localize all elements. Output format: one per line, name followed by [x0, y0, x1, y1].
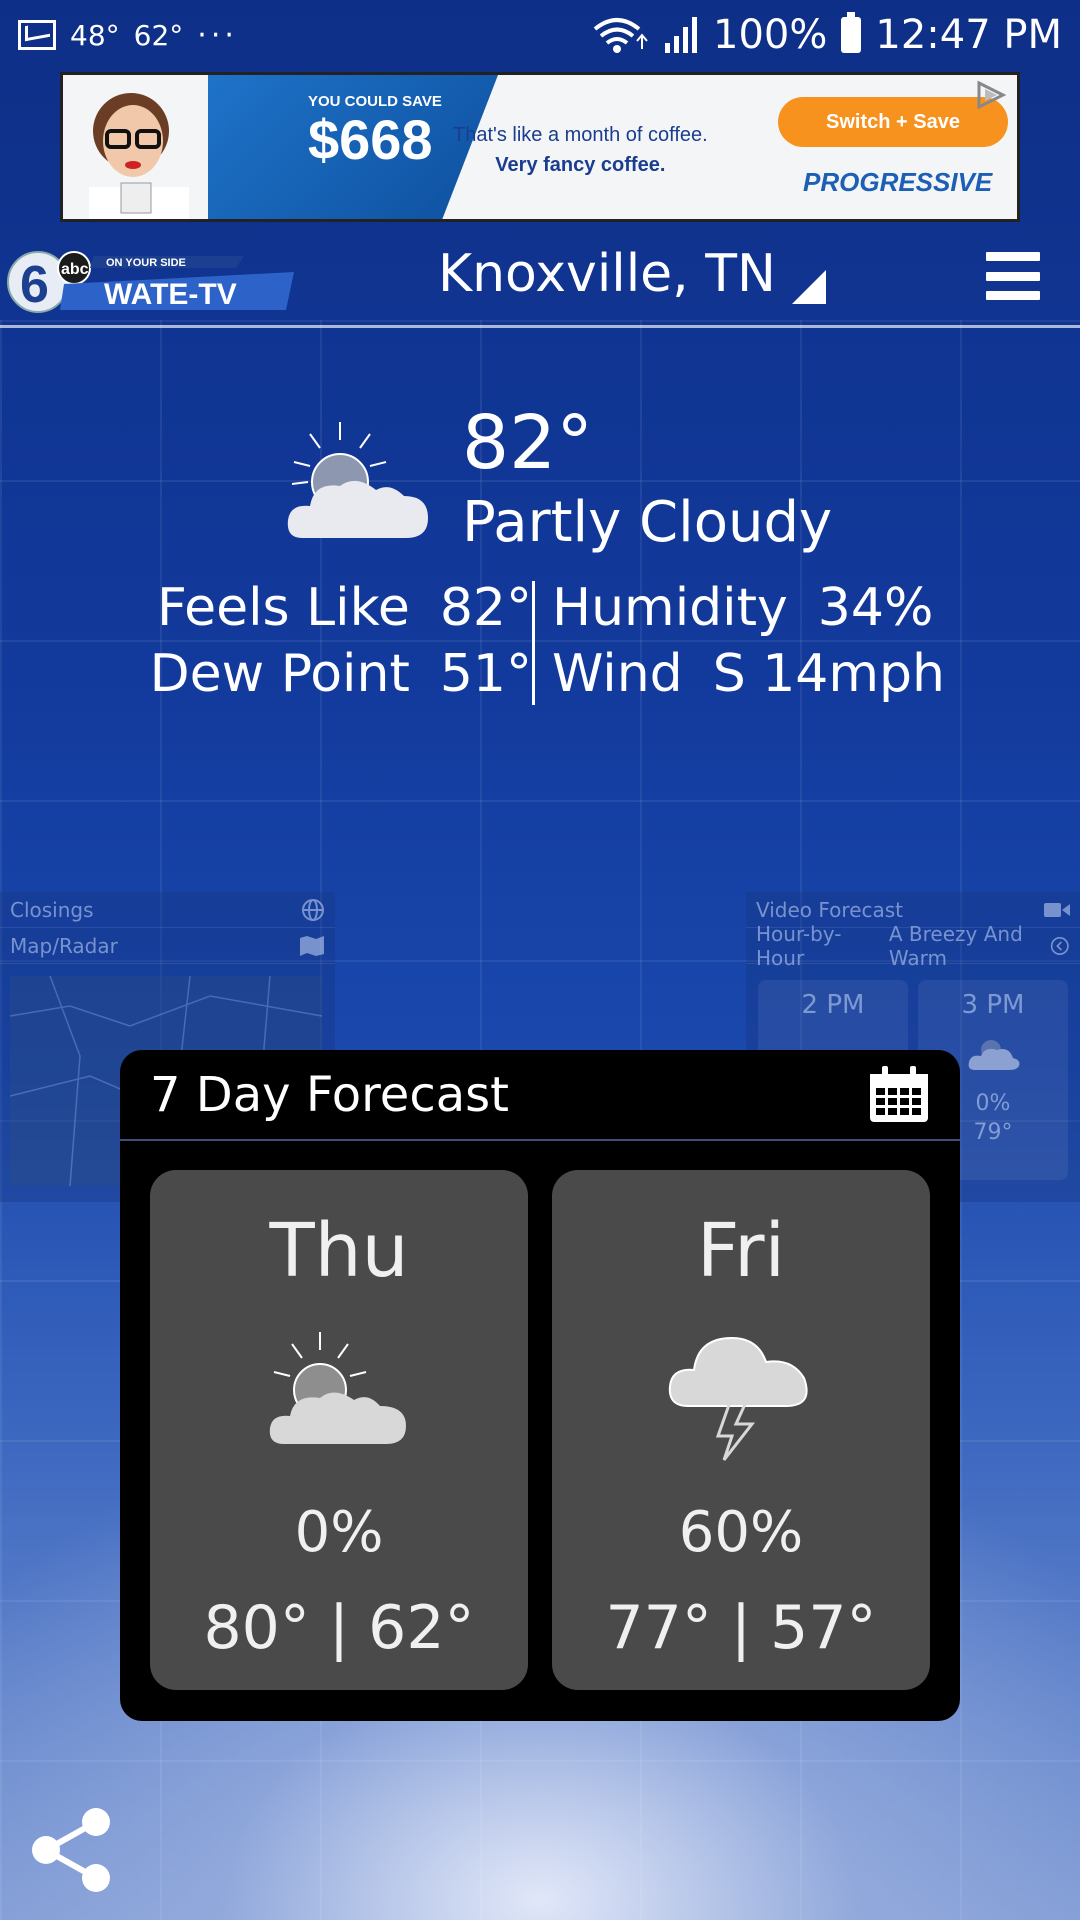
signal-icon	[665, 17, 698, 53]
hour-by-hour-card-header[interactable]: Hour-by-Hour A Breezy And Warm	[746, 922, 1080, 970]
location-selector[interactable]: Knoxville, TN	[438, 244, 826, 304]
closings-label: Closings	[10, 897, 94, 922]
top-navigation: 6 abc ON YOUR SIDE WATE-TV Knoxville, TN	[0, 232, 1080, 328]
ad-brand-logo: PROGRESSIVE	[803, 167, 993, 197]
battery-percent: 100%	[713, 12, 828, 58]
feels-like-label: Feels Like	[157, 578, 410, 638]
map-icon	[300, 935, 324, 956]
dew-point-row: Dew Point 51°	[150, 641, 532, 707]
partly-cloudy-icon	[269, 1332, 406, 1444]
ad-banner[interactable]: YOU COULD SAVE $668 That's like a month …	[60, 72, 1020, 222]
hour-time: 2 PM	[801, 990, 865, 1020]
battery-icon	[841, 12, 862, 53]
forecast-day-card[interactable]: Fri 60% 77° | 57°	[552, 1170, 930, 1690]
humidity-value: 34%	[817, 578, 934, 638]
svg-text:WATE-TV: WATE-TV	[104, 278, 237, 311]
hour-by-hour-label: Hour-by-Hour	[756, 921, 842, 970]
svg-text:ON YOUR SIDE: ON YOUR SIDE	[106, 257, 186, 269]
more-notifications-icon: ···	[197, 17, 238, 53]
ad-copy-line2: Very fancy coffee.	[495, 154, 666, 176]
forecast-header: 7 Day Forecast	[120, 1050, 960, 1141]
ad-copy-line1: That's like a month of coffee.	[453, 124, 708, 146]
status-bar: 48° 62° ··· 100% 12:47 PM	[0, 0, 1080, 70]
partly-cloudy-icon	[968, 1040, 1020, 1070]
current-temperature: 82°	[462, 400, 594, 486]
map-radar-card-header[interactable]: Map/Radar	[0, 928, 335, 964]
map-radar-label: Map/Radar	[10, 933, 118, 958]
wate-tv-logo[interactable]: 6 abc ON YOUR SIDE WATE-TV	[4, 246, 304, 316]
forecast-title: 7 Day Forecast	[150, 1066, 509, 1123]
status-temp-high: 62°	[133, 18, 184, 52]
dew-point-label: Dew Point	[149, 644, 410, 704]
forecast-precip: 60%	[678, 1500, 804, 1565]
partly-cloudy-icon	[287, 422, 428, 538]
thunderstorm-icon	[668, 1336, 808, 1461]
current-condition: Partly Cloudy	[462, 490, 833, 555]
ad-person-image	[89, 93, 189, 219]
ad-amount: $668	[308, 108, 433, 171]
status-temp-low: 48°	[70, 18, 120, 52]
video-camera-icon	[1044, 902, 1070, 917]
seven-day-forecast-card[interactable]: 7 Day Forecast Thu 0% 80° | 62° Fri 60% …	[120, 1050, 960, 1721]
details-divider	[532, 581, 535, 705]
forecast-hilo: 80° | 62°	[203, 1593, 475, 1663]
ad-copy: That's like a month of coffee. Very fanc…	[453, 120, 708, 180]
svg-text:abc: abc	[61, 261, 89, 278]
hamburger-menu-icon[interactable]	[986, 252, 1040, 300]
feels-like-value: 82°	[439, 578, 532, 638]
humidity-row: Humidity 34%	[552, 575, 945, 641]
video-title: A Breezy And Warm	[888, 921, 1023, 970]
closings-card-header[interactable]: Closings	[0, 892, 335, 928]
forecast-precip: 0%	[294, 1500, 384, 1565]
calendar-icon[interactable]	[868, 1065, 930, 1124]
gmail-notification-icon	[18, 20, 56, 50]
conditions-details: Feels Like 82° Dew Point 51° Humidity 34% W…	[0, 575, 1080, 715]
humidity-label: Humidity	[552, 578, 788, 638]
hour-time: 3 PM	[961, 990, 1025, 1020]
wind-value: S 14mph	[712, 644, 946, 704]
dew-point-value: 51°	[439, 644, 532, 704]
status-time: 12:47 PM	[875, 12, 1062, 58]
video-forecast-label: Video Forecast	[756, 897, 904, 922]
ad-choices-icon[interactable]	[971, 79, 1011, 111]
dropdown-triangle-icon	[791, 270, 826, 304]
forecast-day-name: Thu	[269, 1208, 409, 1294]
feels-like-row: Feels Like 82°	[150, 575, 532, 641]
forecast-day-card[interactable]: Thu 0% 80° | 62°	[150, 1170, 528, 1690]
wind-row: Wind S 14mph	[552, 641, 945, 707]
location-label: Knoxville, TN	[438, 244, 776, 304]
globe-icon	[302, 898, 324, 921]
back-arrow-icon[interactable]	[1050, 934, 1070, 958]
wifi-icon	[593, 18, 648, 53]
forecast-hilo: 77° | 57°	[605, 1593, 877, 1663]
forecast-day-name: Fri	[696, 1208, 786, 1294]
share-icon[interactable]	[26, 1804, 118, 1896]
wind-label: Wind	[552, 644, 683, 704]
svg-text:6: 6	[20, 256, 49, 314]
